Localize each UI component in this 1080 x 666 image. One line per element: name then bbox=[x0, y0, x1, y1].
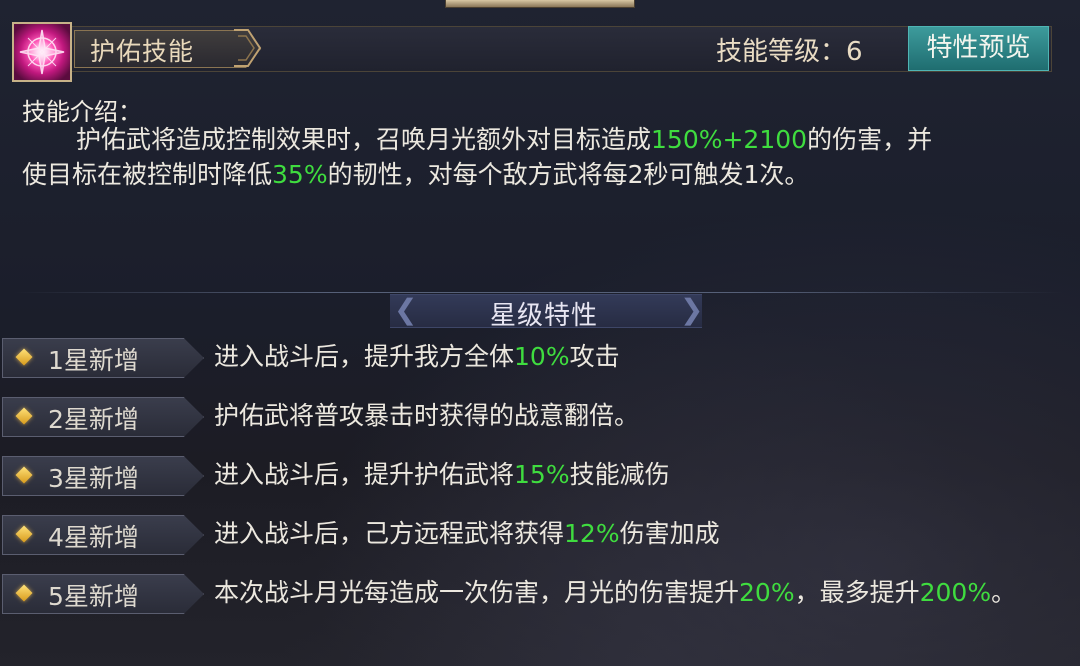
banner-ornament bbox=[234, 29, 262, 67]
row-highlight: 20% bbox=[739, 578, 795, 607]
chevron-left-icon: ❮ bbox=[394, 293, 418, 326]
row-highlight: 15% bbox=[514, 460, 570, 489]
desc-highlight: 35% bbox=[272, 160, 328, 189]
star-text-1: 进入战斗后，提升我方全体10%攻击 bbox=[214, 340, 1054, 374]
desc-text: 护佑武将造成控制效果时，召唤月光额外对目标造成 bbox=[76, 125, 652, 154]
row-text: 攻击 bbox=[569, 342, 620, 371]
skill-icon bbox=[12, 22, 72, 82]
star-text-5: 本次战斗月光每造成一次伤害，月光的伤害提升20%，最多提升200%。 bbox=[214, 576, 1054, 610]
star-text-4: 进入战斗后，己方远程武将获得12%伤害加成 bbox=[214, 517, 1054, 551]
star-text-3: 进入战斗后，提升护佑武将15%技能减伤 bbox=[214, 458, 1054, 492]
top-tab bbox=[445, 0, 635, 8]
row-text: 进入战斗后，提升我方全体 bbox=[214, 342, 515, 371]
skill-description: 护佑武将造成控制效果时，召唤月光额外对目标造成150%+2100的伤害，并 使目… bbox=[22, 122, 1062, 192]
row-text: 进入战斗后，提升护佑武将 bbox=[214, 460, 515, 489]
skill-level: 技能等级：6 bbox=[716, 37, 863, 67]
row-text: 伤害加成 bbox=[619, 519, 720, 548]
desc-highlight: 150%+2100 bbox=[651, 125, 808, 154]
desc-text: 的伤害，并 bbox=[807, 125, 933, 154]
section-divider bbox=[14, 292, 1064, 293]
row-text: 护佑武将普攻暴击时获得的战意翻倍。 bbox=[214, 401, 640, 430]
star-label-1: 1星新增 bbox=[48, 346, 139, 375]
trait-preview-button[interactable]: 特性预览 bbox=[908, 26, 1049, 71]
desc-text: 使目标在被控制时降低 bbox=[22, 160, 273, 189]
star-section-title: 星级特性 bbox=[490, 301, 599, 331]
row-highlight: 12% bbox=[564, 519, 620, 548]
row-highlight: 10% bbox=[514, 342, 570, 371]
row-text: ，最多提升 bbox=[794, 578, 920, 607]
chevron-right-icon: ❯ bbox=[680, 293, 704, 326]
row-text: 。 bbox=[991, 578, 1017, 607]
row-text: 进入战斗后，己方远程武将获得 bbox=[214, 519, 565, 548]
background bbox=[0, 0, 1080, 666]
row-text: 本次战斗月光每造成一次伤害，月光的伤害提升 bbox=[214, 578, 740, 607]
desc-text: 的韧性，对每个敌方武将每2秒可触发1次。 bbox=[327, 160, 810, 189]
star-label-5: 5星新增 bbox=[48, 582, 139, 611]
star-label-3: 3星新增 bbox=[48, 464, 139, 493]
skill-name: 护佑技能 bbox=[90, 37, 195, 66]
row-text: 技能减伤 bbox=[569, 460, 670, 489]
star-text-2: 护佑武将普攻暴击时获得的战意翻倍。 bbox=[214, 399, 1054, 433]
row-highlight: 200% bbox=[919, 578, 992, 607]
star-label-2: 2星新增 bbox=[48, 405, 139, 434]
star-label-4: 4星新增 bbox=[48, 523, 139, 552]
